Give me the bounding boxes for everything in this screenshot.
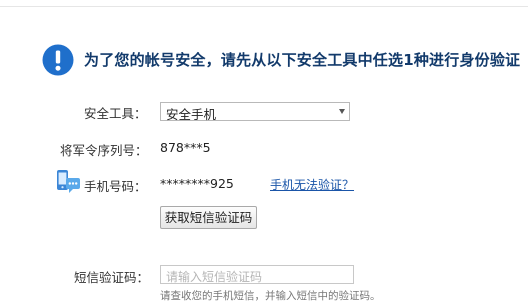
sms-code-label: 短信验证码： — [74, 270, 150, 285]
serial-label: 将军令序列号： — [60, 143, 148, 158]
info-exclamation-icon — [42, 44, 74, 76]
serial-value: 878***5 — [160, 140, 211, 155]
security-tool-label: 安全工具： — [84, 106, 147, 121]
mobile-phone-icon — [57, 170, 80, 193]
security-tool-selected: 安全手机 — [166, 107, 217, 122]
notice-text: 为了您的帐号安全，请先从以下安全工具中任选1种进行身份验证 — [84, 51, 521, 69]
phone-number-value: ********925 — [160, 176, 234, 191]
security-tool-select[interactable]: 安全手机 — [160, 102, 350, 122]
get-sms-code-button[interactable]: 获取短信验证码 — [160, 206, 257, 229]
sms-code-input[interactable]: 请输入短信验证码 — [160, 265, 354, 284]
verification-panel: 为了您的帐号安全，请先从以下安全工具中任选1种进行身份验证 安全工具： 安全手机… — [0, 6, 528, 302]
dropdown-arrow-icon — [339, 109, 345, 114]
phone-unavailable-link[interactable]: 手机无法验证？ — [270, 176, 354, 193]
phone-number-label: 手机号码： — [84, 179, 147, 194]
